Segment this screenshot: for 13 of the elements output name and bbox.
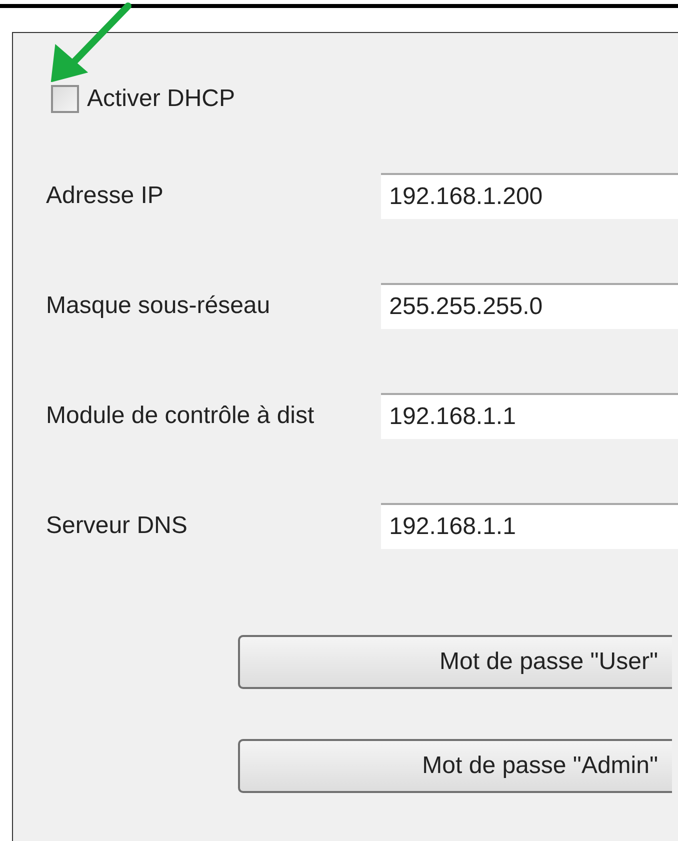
input-field[interactable]: 192.168.1.200 [381,173,678,219]
input-field[interactable]: 192.168.1.1 [381,503,678,549]
checkbox-label: Activer DHCP [87,85,236,113]
field-label: Module de contrôle à dist [46,402,316,430]
password-button[interactable]: Mot de passe "Admin" [238,739,672,793]
input-field[interactable]: 255.255.255.0 [381,283,678,329]
input-field[interactable]: 192.168.1.1 [381,393,678,439]
password-button[interactable]: Mot de passe "User" [238,635,672,689]
field-label: Serveur DNS [46,512,188,540]
dhcp-checkbox[interactable] [51,85,79,113]
arrow-icon [50,2,134,82]
field-label: Adresse IP [46,182,164,210]
field-label: Masque sous-réseau [46,292,272,320]
